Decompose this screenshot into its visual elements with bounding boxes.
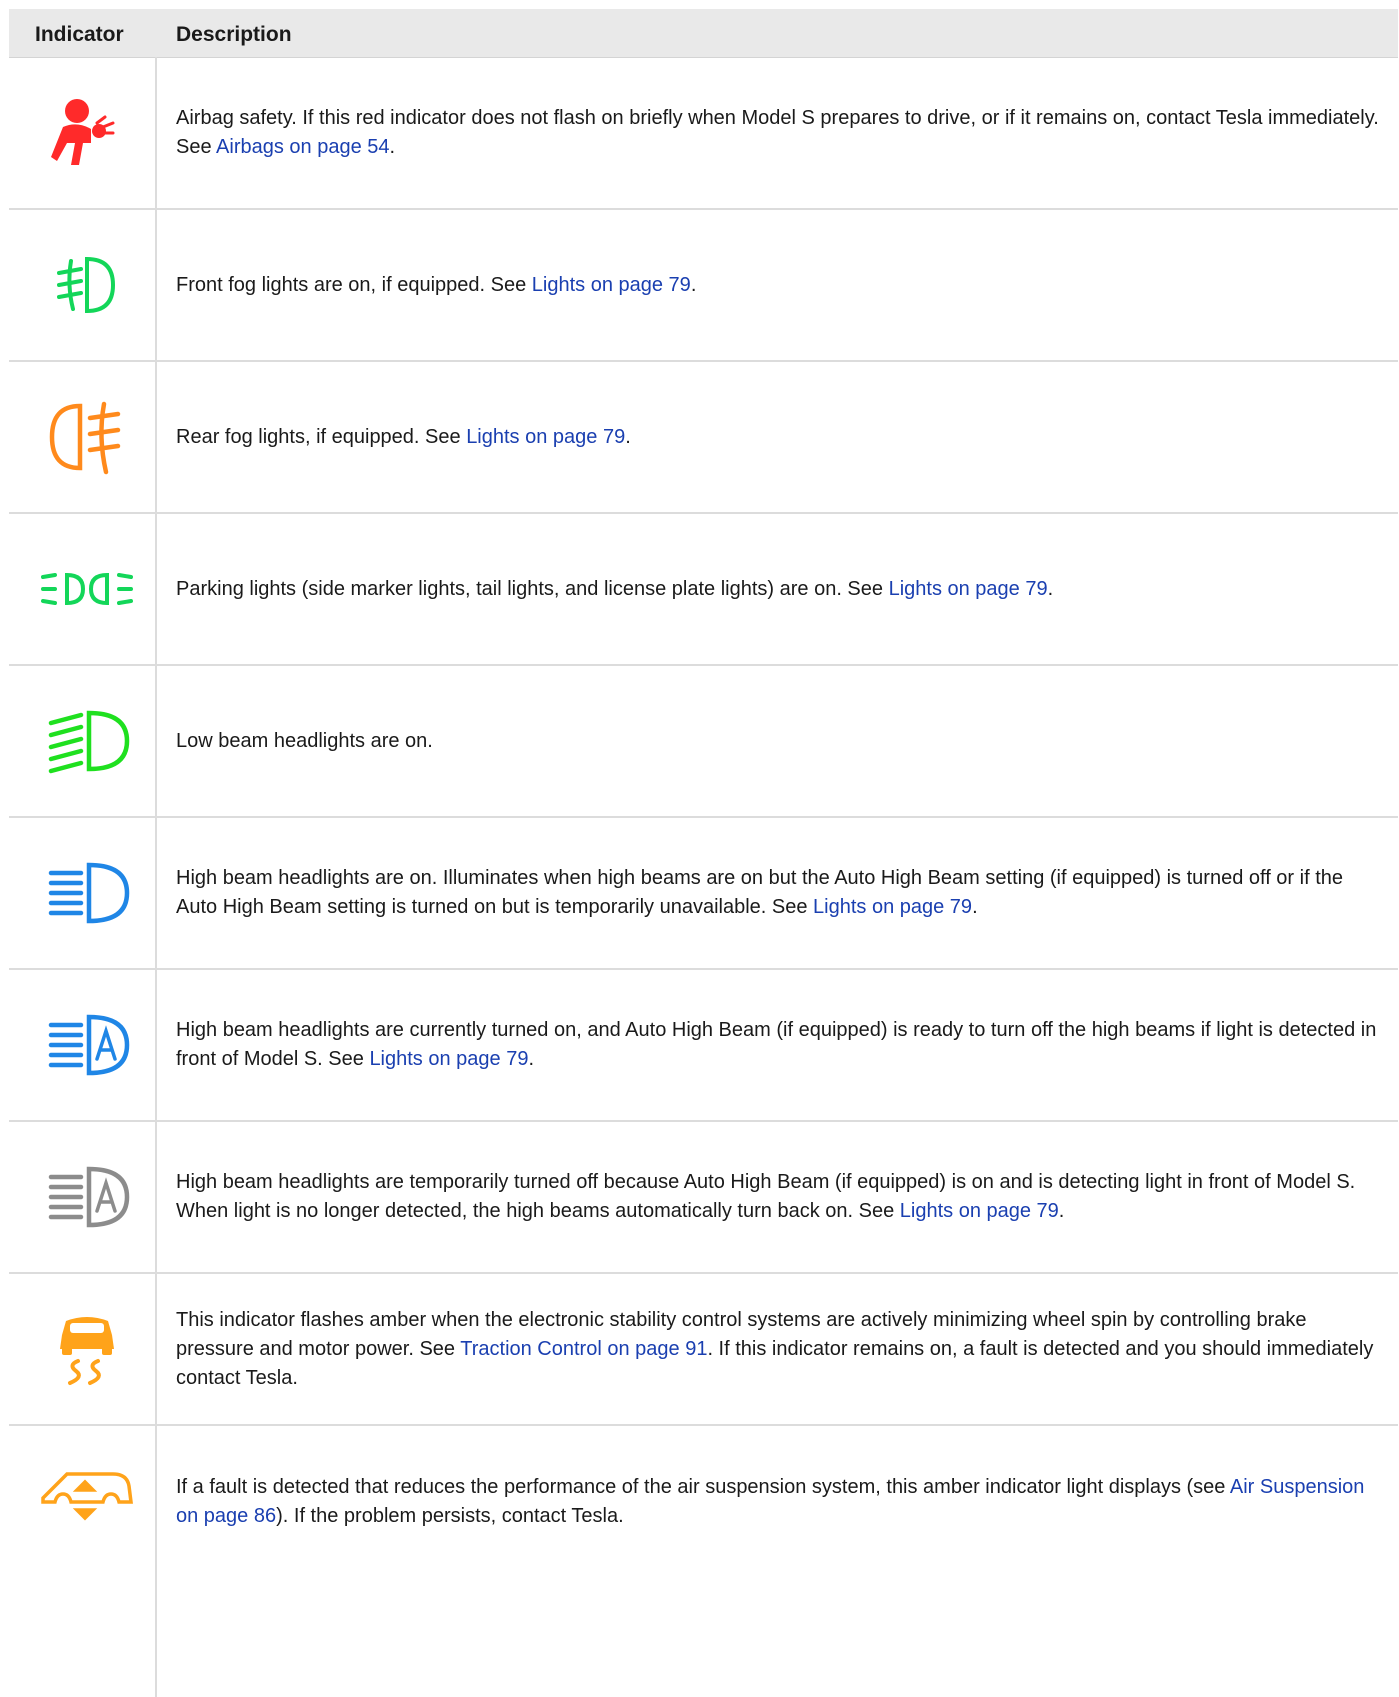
table-row: Rear fog lights, if equipped. See Lights…: [9, 362, 1398, 514]
table-row: If a fault is detected that reduces the …: [9, 1426, 1398, 1578]
page-link[interactable]: Lights on page 79: [369, 1048, 528, 1070]
row-description: Low beam headlights are on.: [176, 729, 433, 752]
row-description: High beam headlights are currently turne…: [176, 1019, 1377, 1070]
front-fog-lights-icon: [9, 210, 164, 360]
table-row: Front fog lights are on, if equipped. Se…: [9, 210, 1398, 362]
row-description: Parking lights (side marker lights, tail…: [176, 577, 1054, 600]
table-row: High beam headlights are currently turne…: [9, 970, 1398, 1122]
table-row: High beam headlights are on. Illuminates…: [9, 818, 1398, 970]
auto-high-beam-on-icon: [9, 970, 164, 1120]
table-row: Parking lights (side marker lights, tail…: [9, 514, 1398, 666]
page-link[interactable]: Lights on page 79: [889, 578, 1048, 600]
row-description: High beam headlights are on. Illuminates…: [176, 867, 1344, 918]
page-link[interactable]: Lights on page 79: [466, 426, 625, 448]
header-indicator: Indicator: [35, 23, 124, 46]
table-row: High beam headlights are temporarily tur…: [9, 1122, 1398, 1274]
table-header: Indicator Description: [9, 9, 1398, 58]
parking-lights-icon: [9, 514, 164, 664]
air-suspension-icon: [9, 1426, 164, 1578]
auto-high-beam-off-icon: [9, 1122, 164, 1272]
row-description: Front fog lights are on, if equipped. Se…: [176, 273, 697, 296]
page-link[interactable]: Traction Control on page 91: [460, 1338, 707, 1360]
traction-control-icon: [9, 1274, 164, 1424]
row-description: Airbag safety. If this red indicator doe…: [176, 107, 1379, 158]
table-row: This indicator flashes amber when the el…: [9, 1274, 1398, 1426]
airbag-warning-icon: [9, 58, 164, 208]
row-description: If a fault is detected that reduces the …: [176, 1476, 1365, 1527]
page-link[interactable]: Lights on page 79: [813, 896, 972, 918]
page-link[interactable]: Lights on page 79: [900, 1200, 1059, 1222]
row-description: This indicator flashes amber when the el…: [176, 1308, 1374, 1389]
high-beam-headlights-icon: [9, 818, 164, 968]
page-link[interactable]: Lights on page 79: [532, 274, 691, 296]
row-description: Rear fog lights, if equipped. See Lights…: [176, 425, 631, 448]
rear-fog-lights-icon: [9, 362, 164, 512]
indicator-table: Indicator Description Airbag safety. If …: [9, 9, 1398, 1578]
table-row: Low beam headlights are on.: [9, 666, 1398, 818]
page-link[interactable]: Airbags on page 54: [216, 136, 389, 158]
header-description: Description: [176, 23, 292, 46]
row-description: High beam headlights are temporarily tur…: [176, 1171, 1356, 1222]
column-divider: [155, 57, 157, 1697]
table-row: Airbag safety. If this red indicator doe…: [9, 58, 1398, 210]
low-beam-headlights-icon: [9, 666, 164, 816]
